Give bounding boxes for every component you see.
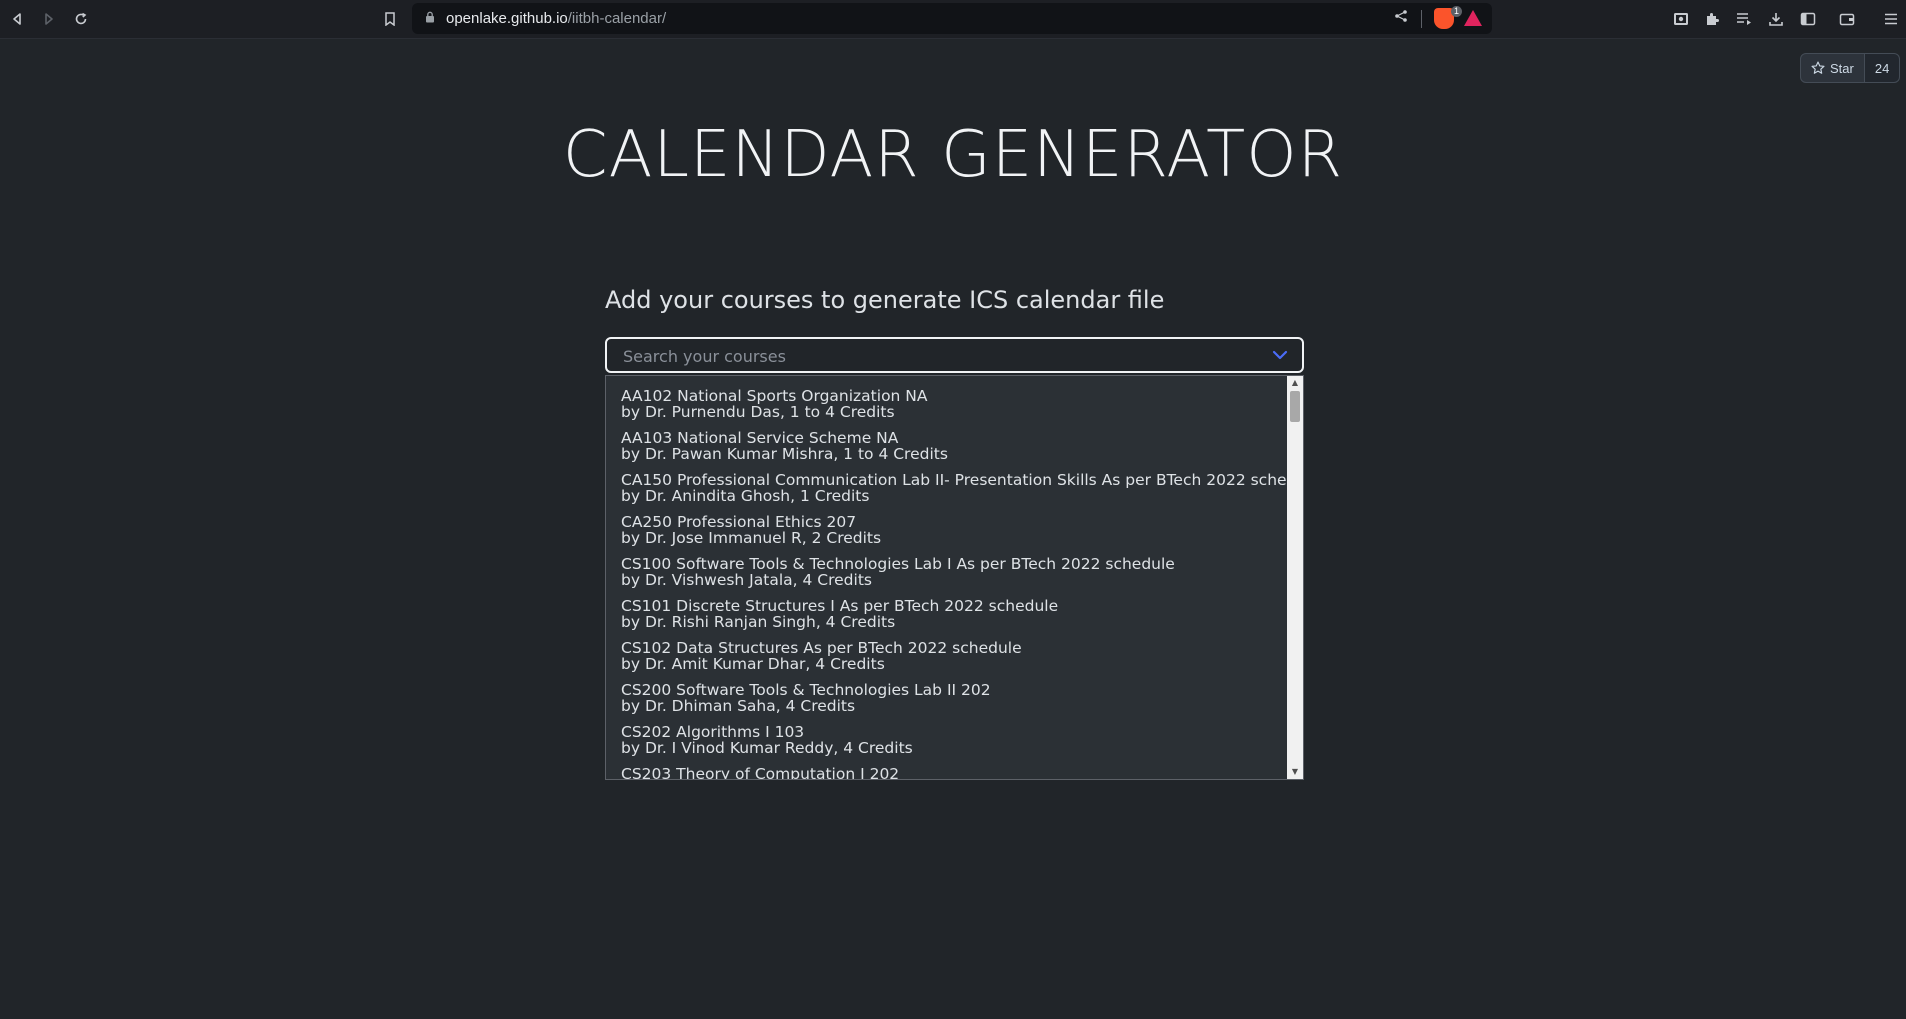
course-option-name: CS203 Theory of Computation I 202 bbox=[621, 765, 900, 780]
scroll-down-arrow-icon[interactable]: ▼ bbox=[1287, 765, 1303, 779]
page-subtitle: Add your courses to generate ICS calenda… bbox=[605, 286, 1165, 314]
course-option[interactable]: AA102 National Sports Organization NA by … bbox=[606, 388, 1286, 430]
course-option-detail: by Dr. Anindita Ghosh, 1 Credits bbox=[621, 487, 870, 505]
github-star-button[interactable]: Star bbox=[1800, 53, 1865, 83]
brave-shields-count: 1 bbox=[1450, 6, 1462, 17]
forward-icon[interactable] bbox=[37, 7, 61, 31]
course-option[interactable]: CS202 Algorithms I 103 by Dr. I Vinod Kum… bbox=[606, 724, 1286, 766]
browser-toolbar: openlake.github.io/iitbh-calendar/ 1 bbox=[0, 0, 1906, 39]
brave-rewards-icon[interactable] bbox=[1464, 10, 1482, 26]
course-option[interactable]: CS203 Theory of Computation I 202 bbox=[606, 765, 1286, 780]
menu-icon[interactable] bbox=[1879, 7, 1903, 31]
course-option[interactable]: CS100 Software Tools & Technologies Lab … bbox=[606, 556, 1286, 598]
course-option-name: AA102 National Sports Organization NA bbox=[621, 387, 928, 405]
page-title: CALENDAR GENERATOR bbox=[562, 118, 1344, 192]
wallet-icon[interactable] bbox=[1835, 7, 1859, 31]
course-option-detail: by Dr. Pawan Kumar Mishra, 1 to 4 Credit… bbox=[621, 445, 948, 463]
chevron-down-icon[interactable] bbox=[1272, 349, 1288, 361]
course-option-detail: by Dr. Vishwesh Jatala, 4 Credits bbox=[621, 571, 872, 589]
star-icon bbox=[1811, 61, 1825, 74]
url-text: openlake.github.io/iitbh-calendar/ bbox=[446, 10, 666, 27]
github-star-count[interactable]: 24 bbox=[1864, 53, 1901, 83]
lock-icon bbox=[426, 11, 434, 23]
course-option[interactable]: CA250 Professional Ethics 207 by Dr. Jose… bbox=[606, 514, 1286, 556]
course-option-name: CS200 Software Tools & Technologies Lab … bbox=[621, 681, 991, 699]
course-option-detail: by Dr. Rishi Ranjan Singh, 4 Credits bbox=[621, 613, 896, 631]
scroll-up-arrow-icon[interactable]: ▲ bbox=[1287, 376, 1303, 390]
course-option-name: CS202 Algorithms I 103 bbox=[621, 723, 805, 741]
course-option[interactable]: CS200 Software Tools & Technologies Lab … bbox=[606, 682, 1286, 724]
course-option-name: CS102 Data Structures As per BTech 2022 … bbox=[621, 639, 1022, 657]
course-option-name: CS101 Discrete Structures I As per BTech… bbox=[621, 597, 1059, 615]
playlist-icon[interactable] bbox=[1732, 7, 1756, 31]
address-bar[interactable]: openlake.github.io/iitbh-calendar/ 1 bbox=[412, 3, 1492, 34]
url-host: openlake.github.io bbox=[446, 10, 568, 27]
course-option-name: CS100 Software Tools & Technologies Lab … bbox=[621, 555, 1175, 573]
course-option-detail: by Dr. Amit Kumar Dhar, 4 Credits bbox=[621, 655, 885, 673]
course-option-detail: by Dr. Jose Immanuel R, 2 Credits bbox=[621, 529, 882, 547]
course-option[interactable]: AA103 National Service Scheme NA by Dr. P… bbox=[606, 430, 1286, 472]
course-option-name: CA150 Professional Communication Lab II-… bbox=[621, 471, 1304, 489]
course-option[interactable]: CS102 Data Structures As per BTech 2022 … bbox=[606, 640, 1286, 682]
course-option[interactable]: CS101 Discrete Structures I As per BTech… bbox=[606, 598, 1286, 640]
course-search-input[interactable] bbox=[621, 344, 1245, 368]
course-search-box[interactable] bbox=[605, 337, 1304, 373]
dropdown-scrollbar[interactable]: ▲ ▼ bbox=[1287, 376, 1303, 779]
course-option-name: AA103 National Service Scheme NA bbox=[621, 429, 899, 447]
urlbar-divider bbox=[1421, 10, 1422, 28]
github-star-widget: Star 24 bbox=[1800, 53, 1901, 83]
share-icon[interactable] bbox=[1394, 9, 1408, 28]
download-icon[interactable] bbox=[1764, 7, 1788, 31]
reload-icon[interactable] bbox=[69, 7, 93, 31]
course-option-detail: by Dr. Dhiman Saha, 4 Credits bbox=[621, 697, 856, 715]
sidebar-icon[interactable] bbox=[1796, 7, 1820, 31]
github-star-label: Star bbox=[1830, 60, 1854, 76]
bookmark-icon[interactable] bbox=[378, 7, 402, 31]
course-option-name: CA250 Professional Ethics 207 bbox=[621, 513, 857, 531]
course-option-detail: by Dr. Purnendu Das, 1 to 4 Credits bbox=[621, 403, 895, 421]
course-option-detail: by Dr. I Vinod Kumar Reddy, 4 Credits bbox=[621, 739, 913, 757]
url-path: /iitbh-calendar/ bbox=[567, 10, 667, 27]
back-icon[interactable] bbox=[5, 7, 29, 31]
extension-screenshot-icon[interactable] bbox=[1669, 7, 1693, 31]
course-option[interactable]: CA150 Professional Communication Lab II-… bbox=[606, 471, 1304, 514]
extensions-puzzle-icon[interactable] bbox=[1700, 7, 1724, 31]
course-options: AA102 National Sports Organization NA by … bbox=[606, 388, 1304, 780]
course-dropdown-list: AA102 National Sports Organization NA by … bbox=[605, 375, 1304, 780]
scrollbar-thumb[interactable] bbox=[1290, 391, 1300, 422]
